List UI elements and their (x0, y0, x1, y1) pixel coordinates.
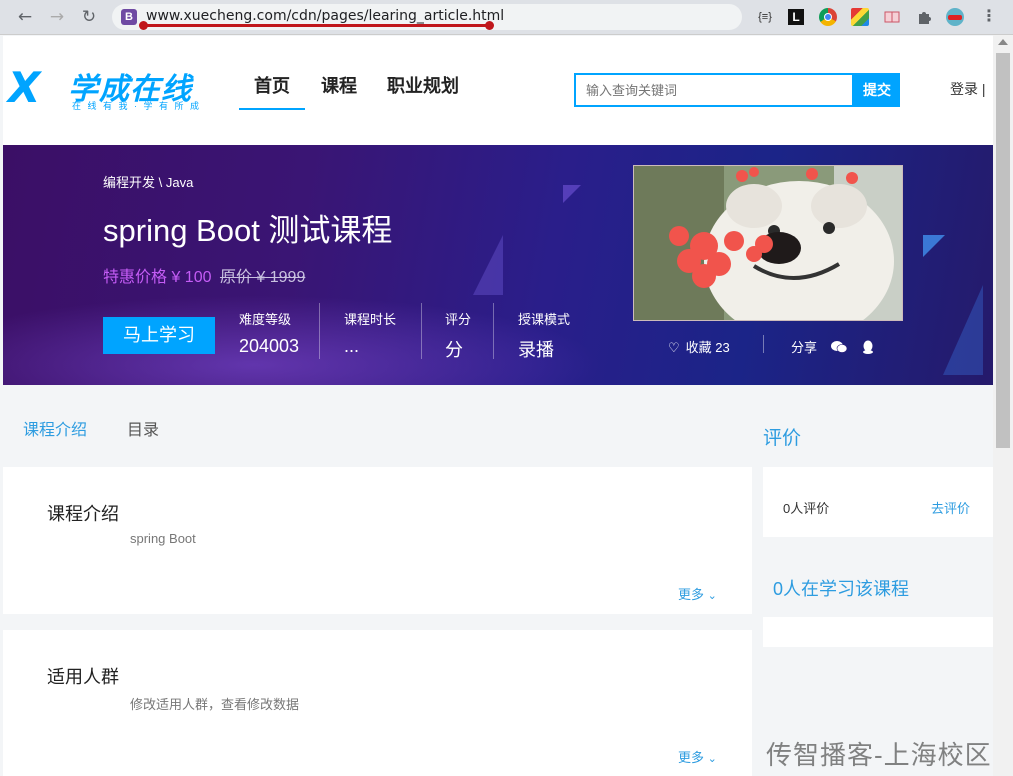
banner-decoration (923, 235, 945, 257)
share-label: 分享 (791, 340, 818, 355)
intro-card: 课程介绍 spring Boot 更多 ⌄ (3, 467, 752, 614)
nav-home[interactable]: 首页 (239, 72, 305, 110)
watermark: 传智播客-上海校区 (766, 740, 992, 770)
action-divider (763, 335, 764, 353)
banner-glow (3, 295, 603, 385)
card-title: 适用人群 (47, 667, 119, 687)
review-count: 0人评价 (783, 501, 830, 516)
url-underline-dot-left (139, 21, 148, 30)
banner-decoration (943, 285, 983, 375)
stat-difficulty: 难度等级 204003 (239, 309, 299, 357)
sale-price: 特惠价格 ¥ 100 (103, 269, 212, 286)
chrome-icon[interactable] (819, 8, 837, 26)
stat-value: ... (344, 336, 360, 356)
review-heading: 评价 (763, 428, 802, 449)
color-picker-icon[interactable] (851, 8, 869, 26)
site-logo[interactable]: X 学成在线 在 线 有 我 · 学 有 所 成 (8, 63, 208, 112)
course-banner: 编程开发 \ Java spring Boot 测试课程 特惠价格 ¥ 100 … (3, 145, 993, 385)
json-viewer-icon[interactable]: {≡} (756, 8, 774, 26)
search-submit-button[interactable]: 提交 (854, 73, 900, 107)
stat-mode: 授课模式 录播 (518, 309, 570, 362)
nav-career[interactable]: 职业规划 (387, 72, 459, 98)
banner-decoration (473, 235, 503, 295)
search-input[interactable] (576, 75, 846, 105)
puzzle-icon[interactable] (915, 8, 933, 26)
search-box (574, 73, 854, 107)
price-row: 特惠价格 ¥ 100 原价 ¥ 1999 (103, 263, 305, 287)
url-red-underline (143, 24, 493, 27)
forward-arrow-icon[interactable]: → (46, 6, 68, 28)
stat-divider (493, 303, 494, 359)
stat-value: 分 (445, 340, 463, 360)
logo-subtitle: 在 线 有 我 · 学 有 所 成 (72, 101, 202, 111)
nav-courses[interactable]: 课程 (321, 72, 357, 98)
tab-course-intro[interactable]: 课程介绍 (23, 416, 87, 440)
scroll-up-arrow-icon[interactable] (998, 39, 1008, 45)
stat-value: 录播 (518, 340, 554, 360)
review-box: 0人评价 去评价 (763, 467, 993, 537)
original-price: 原价 ¥ 1999 (219, 269, 306, 286)
url-underline-dot-right (485, 21, 494, 30)
start-learning-button[interactable]: 马上学习 (103, 317, 215, 354)
stat-duration: 课程时长 ... (344, 309, 396, 357)
share-action: 分享 (791, 337, 874, 356)
scroll-thumb[interactable] (996, 53, 1010, 448)
course-title: spring Boot 测试课程 (103, 213, 393, 248)
more-label: 更多 (678, 587, 705, 602)
reader-icon[interactable] (883, 8, 901, 26)
chevron-down-icon: ⌄ (707, 589, 717, 602)
stat-label: 授课模式 (518, 312, 571, 327)
stat-label: 难度等级 (239, 312, 292, 327)
stat-label: 评分 (445, 312, 472, 327)
card-title: 课程介绍 (47, 504, 119, 524)
address-url[interactable]: www.xuecheng.com/cdn/pages/learing_artic… (146, 8, 504, 24)
menu-icon[interactable]: ⋮ (980, 8, 998, 26)
logo-mark: X (8, 63, 41, 112)
site-favicon-icon: B (121, 9, 137, 25)
write-review-link[interactable]: 去评价 (931, 498, 970, 517)
stat-divider (319, 303, 320, 359)
stat-divider (421, 303, 422, 359)
stat-rating: 评分 分 (445, 309, 471, 362)
breadcrumb[interactable]: 编程开发 \ Java (103, 172, 193, 191)
more-link[interactable]: 更多 ⌄ (678, 747, 717, 766)
heart-icon: ♡ (668, 341, 680, 356)
card-body: 修改适用人群，查看修改数据 (130, 697, 300, 712)
stat-label: 课程时长 (344, 312, 397, 327)
site-header: X 学成在线 在 线 有 我 · 学 有 所 成 首页 课程 职业规划 提交 登… (3, 36, 993, 145)
learners-heading: 0人在学习该课程 (773, 579, 910, 599)
course-cover-image[interactable] (633, 165, 903, 321)
favorite-action[interactable]: ♡ 收藏 23 (668, 337, 730, 356)
learners-box (763, 617, 993, 647)
card-body: spring Boot (130, 531, 196, 546)
login-link[interactable]: 登录 | (950, 79, 986, 99)
banner-decoration (563, 185, 581, 203)
page-scrollbar[interactable] (993, 35, 1013, 776)
ext-l-icon[interactable]: L (788, 9, 804, 25)
stat-value: 204003 (239, 336, 300, 356)
audience-card: 适用人群 修改适用人群，查看修改数据 更多 ⌄ (3, 630, 752, 776)
tab-catalog[interactable]: 目录 (127, 416, 159, 440)
wechat-icon[interactable] (830, 341, 847, 353)
reload-icon[interactable]: ↻ (78, 6, 100, 28)
back-arrow-icon[interactable]: ← (14, 6, 36, 28)
browser-toolbar: ← → ↻ B www.xuecheng.com/cdn/pages/leari… (0, 0, 1013, 35)
qq-icon[interactable] (862, 340, 874, 354)
avatar-icon[interactable] (946, 8, 964, 26)
chevron-down-icon: ⌄ (707, 752, 717, 765)
more-label: 更多 (678, 750, 705, 765)
favorite-count: 收藏 23 (685, 340, 730, 355)
more-link[interactable]: 更多 ⌄ (678, 584, 717, 603)
